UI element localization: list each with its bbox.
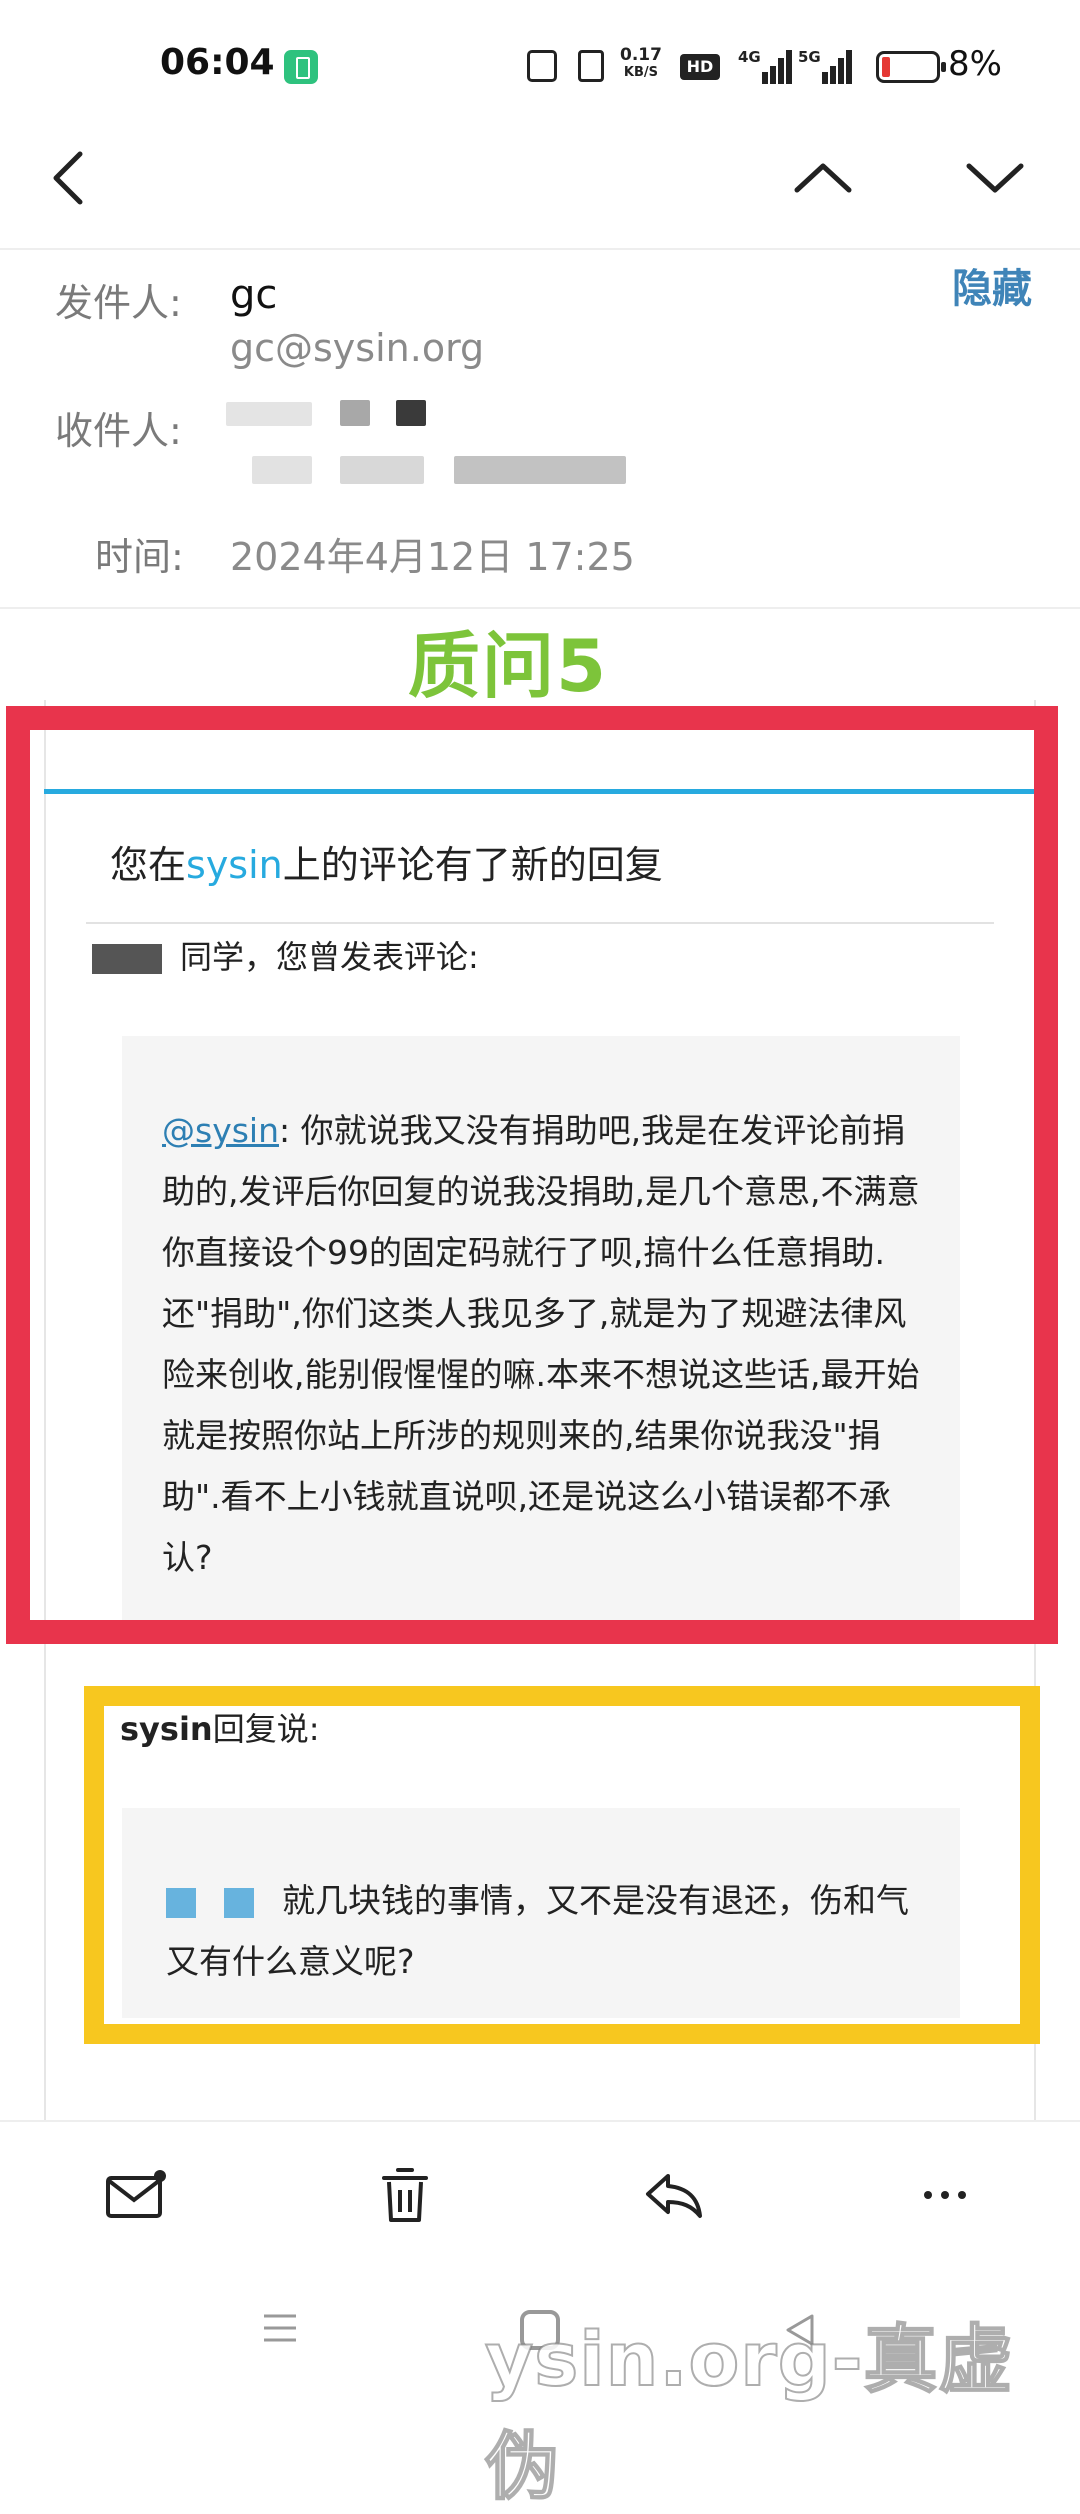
sender-name[interactable]: gc [230,272,277,318]
signal-5g-icon: 5G [798,48,852,84]
menu-key[interactable] [258,2310,302,2346]
back-icon [53,151,83,205]
vibrate-icon [578,50,604,82]
network-speed-value: 0.17 [620,45,662,65]
menu-icon [264,2314,296,2342]
network-speed-unit: KB/S [623,65,659,80]
chevron-down-icon [966,163,1024,193]
nfc-icon [527,50,557,82]
question-caption: 质问5 [408,624,609,708]
sender-email[interactable]: gc@sysin.org [230,326,484,370]
time-label: 时间: [95,535,184,579]
mail-unread-icon [106,2170,166,2218]
recipient-label: 收件人: [55,409,182,453]
mark-unread-button[interactable] [90,2150,180,2240]
chevron-up-icon [794,163,852,193]
signal-5g-label: 5G [798,48,821,66]
reply-button[interactable] [630,2150,720,2240]
more-button[interactable] [900,2150,990,2240]
battery-saver-icon [284,50,318,84]
next-mail-button[interactable] [955,138,1035,218]
yellow-highlight-frame [84,1686,1040,2044]
signal-4g-icon: 4G [738,48,792,84]
back-button[interactable] [30,138,110,218]
network-speed: 0.17 KB/S [620,46,662,82]
status-time: 06:04 [160,42,275,83]
watermark-text: ysin.org-真虚伪 [484,2316,1014,2511]
time-value: 2024年4月12日 17:25 [230,535,635,579]
battery-icon [876,51,946,83]
hide-details-link[interactable]: 隐藏 [952,256,1032,314]
battery-percent: 8% [948,44,1002,84]
delete-button[interactable] [360,2150,450,2240]
reply-icon [646,2174,702,2218]
header-divider [0,248,1080,250]
red-highlight-frame [6,706,1058,1644]
more-icon [924,2191,966,2199]
trash-icon [382,2168,428,2222]
signal-4g-label: 4G [738,48,761,66]
previous-mail-button[interactable] [783,138,863,218]
sender-label: 发件人: [55,281,182,325]
hd-icon: HD [680,54,720,80]
